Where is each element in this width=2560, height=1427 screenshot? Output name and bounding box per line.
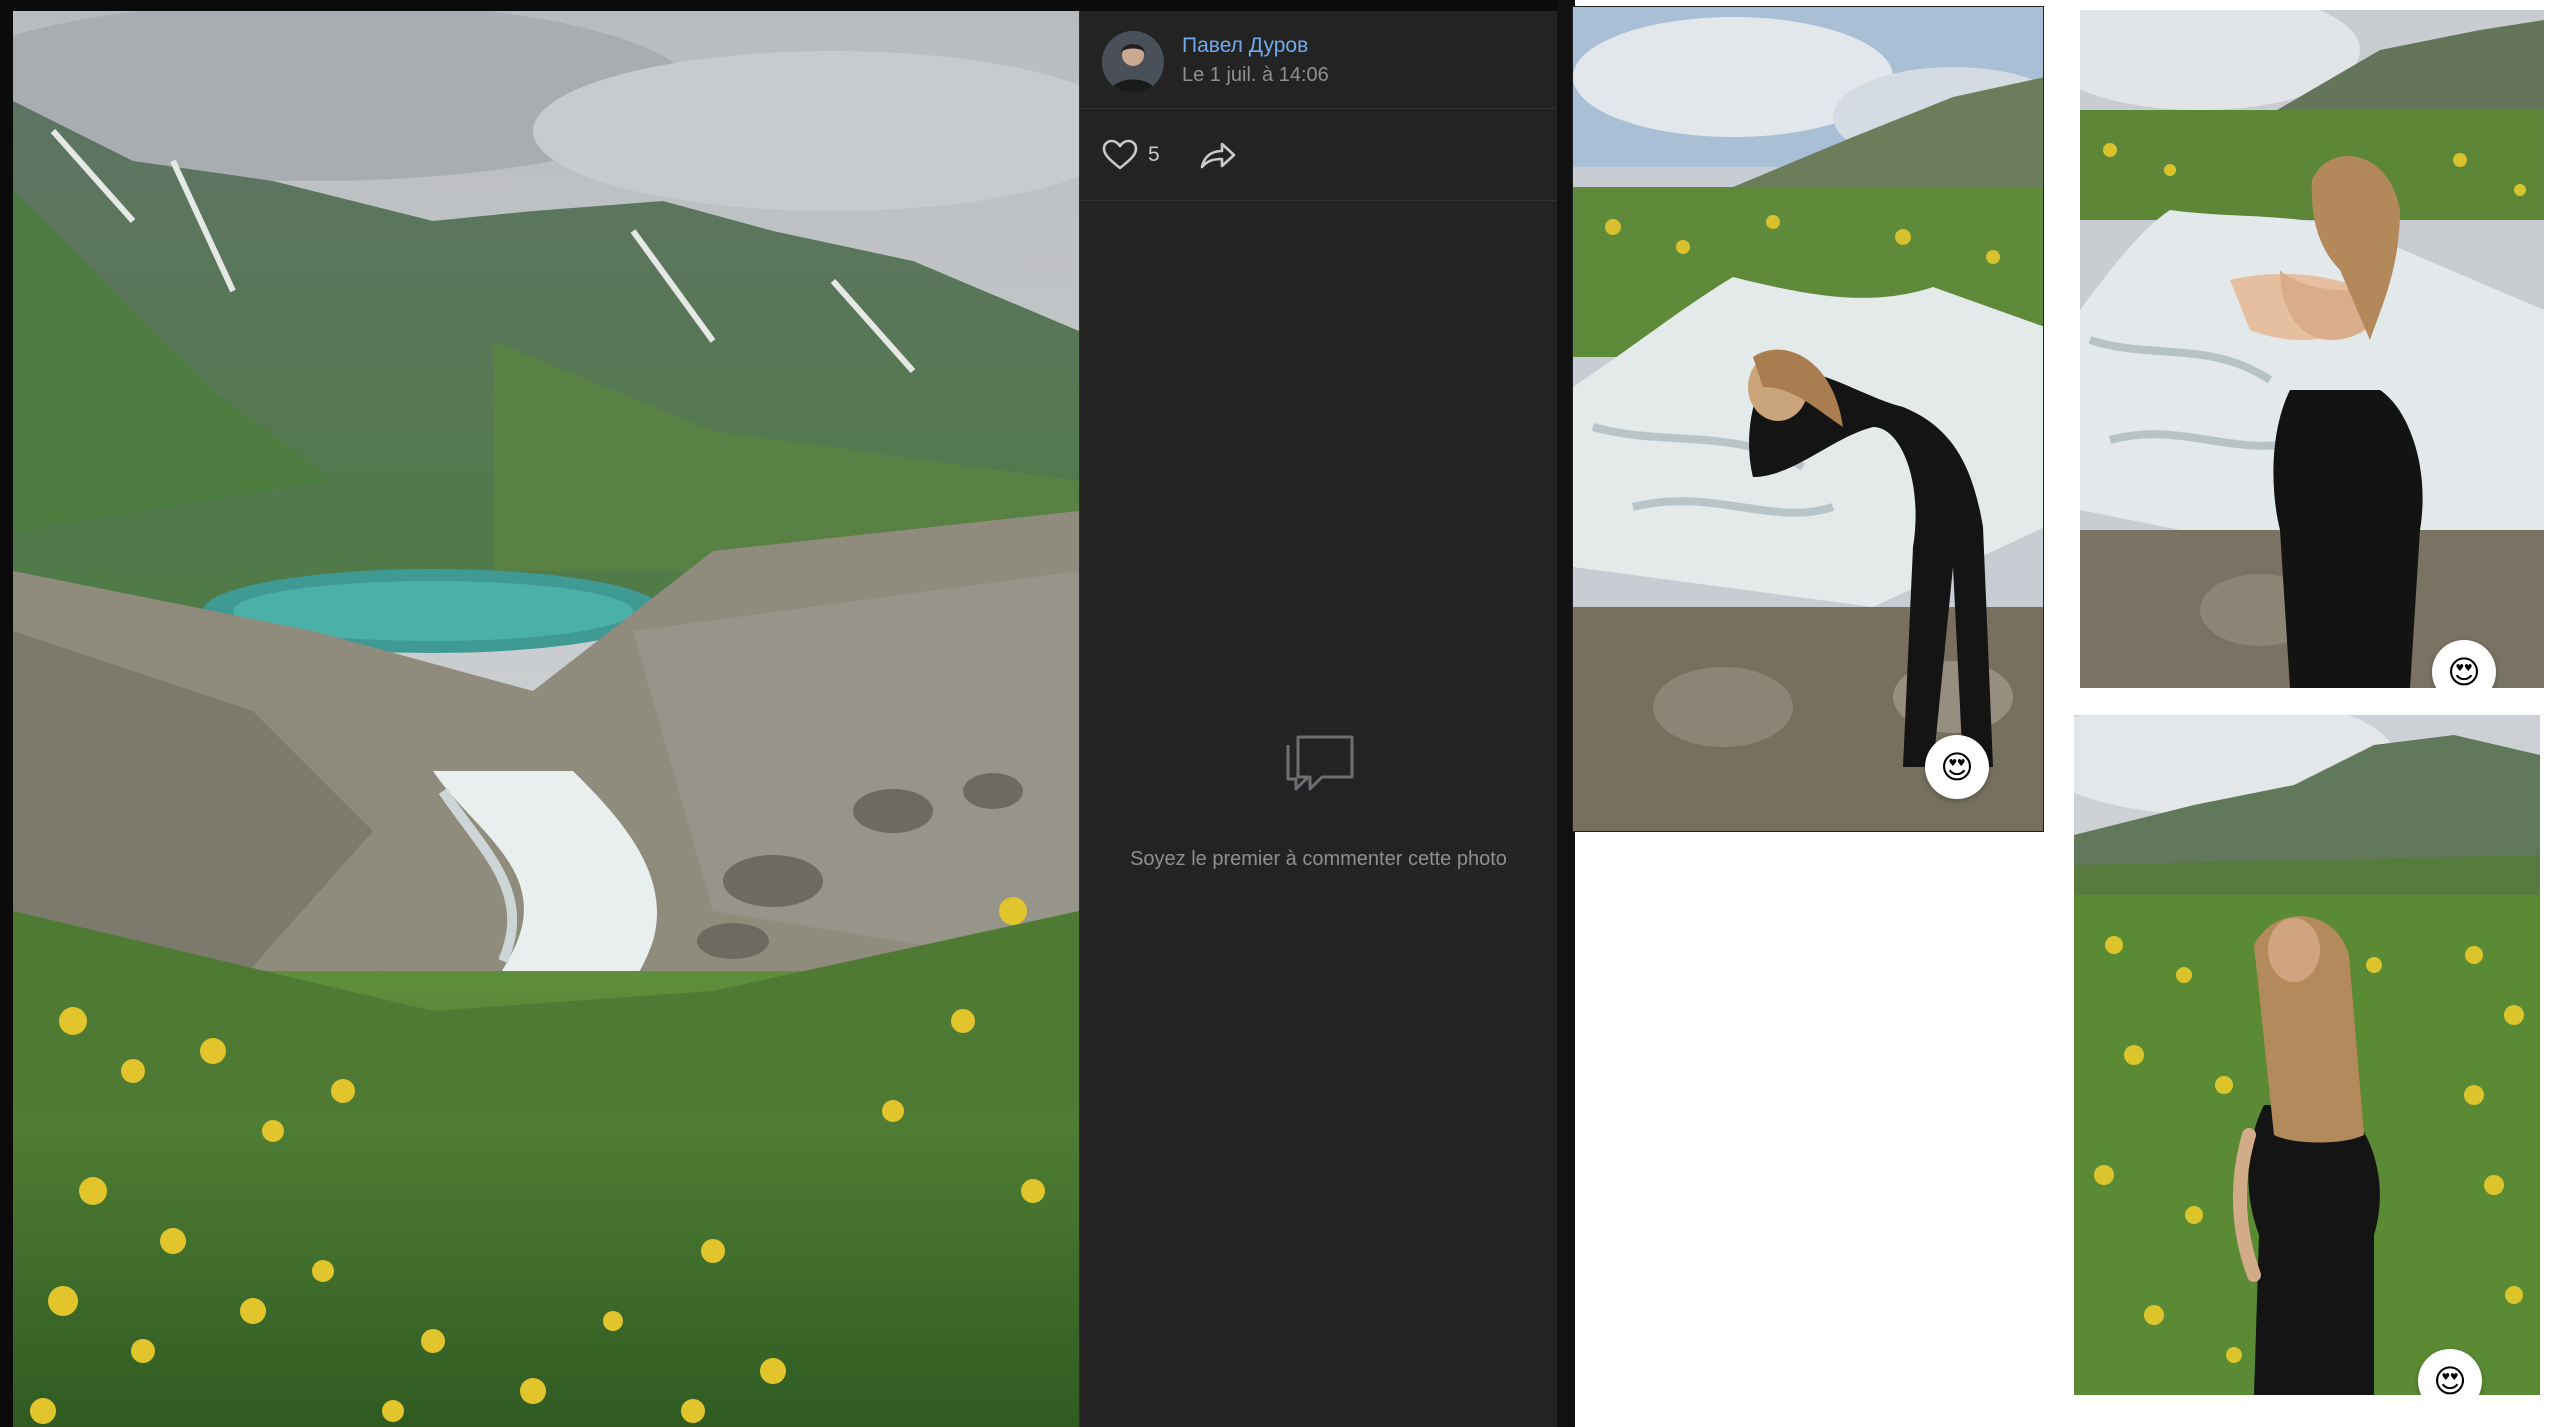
share-button[interactable] — [1198, 137, 1238, 173]
post-date: Le 1 juil. à 14:06 — [1182, 64, 1329, 86]
thumbnail-image — [2074, 715, 2540, 1395]
thumbnail-image — [1573, 7, 2043, 831]
thumbnail-woman-cupped-hands[interactable]: 😍 — [2080, 10, 2544, 688]
avatar[interactable] — [1102, 31, 1164, 93]
post-side-panel: Павел Дуров Le 1 juil. à 14:06 5 Soyez l — [1079, 11, 1557, 1427]
main-photo[interactable] — [13, 11, 1079, 1427]
mountain-landscape-image — [13, 11, 1079, 1427]
like-button[interactable]: 5 — [1102, 135, 1160, 175]
avatar-image — [1102, 31, 1164, 93]
thumbnail-woman-at-stream[interactable]: 😍 — [1572, 6, 2044, 832]
heart-icon — [1102, 139, 1138, 170]
share-arrow-icon — [1200, 142, 1236, 169]
thumbnail-woman-in-flower-field[interactable]: 😍 — [2074, 715, 2540, 1395]
comment-bubbles-icon — [1286, 735, 1353, 791]
empty-comments-placeholder: Soyez le premier à commenter cette photo — [1080, 731, 1557, 873]
photo-viewer: Павел Дуров Le 1 juil. à 14:06 5 Soyez l — [0, 0, 1575, 1427]
empty-comments-text: Soyez le premier à commenter cette photo — [1130, 848, 1507, 870]
post-author-row: Павел Дуров Le 1 juil. à 14:06 — [1080, 11, 1557, 109]
author-name-link[interactable]: Павел Дуров — [1182, 34, 1308, 58]
thumbnail-image — [2080, 10, 2544, 688]
post-actions-row: 5 — [1080, 109, 1557, 201]
like-count: 5 — [1148, 143, 1160, 166]
reaction-emoji: 😍 — [1925, 735, 1989, 799]
